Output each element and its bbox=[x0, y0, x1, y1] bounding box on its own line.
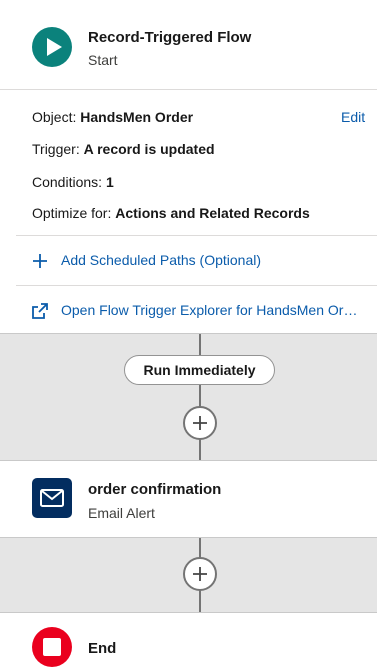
optimize-label: Optimize for: bbox=[32, 205, 112, 221]
connector-line-top bbox=[199, 334, 201, 460]
divider bbox=[16, 235, 377, 236]
plus-icon bbox=[32, 253, 48, 272]
object-value: HandsMen Order bbox=[80, 109, 194, 125]
conditions-label: Conditions: bbox=[32, 174, 103, 190]
end-element-card[interactable]: End bbox=[0, 612, 377, 667]
object-row: Object: HandsMen Order bbox=[32, 109, 193, 125]
divider bbox=[16, 285, 377, 286]
trigger-label: Trigger: bbox=[32, 141, 80, 157]
start-subtitle: Start bbox=[88, 52, 118, 68]
stop-icon bbox=[32, 627, 72, 667]
trigger-value: A record is updated bbox=[83, 141, 215, 157]
email-alert-subtitle: Email Alert bbox=[88, 505, 155, 521]
conditions-row: Conditions: 1 bbox=[32, 174, 114, 190]
add-scheduled-paths-label: Add Scheduled Paths (Optional) bbox=[61, 252, 262, 268]
start-title: Record-Triggered Flow bbox=[88, 29, 252, 46]
plus-icon bbox=[193, 416, 207, 430]
email-alert-title: order confirmation bbox=[88, 481, 222, 498]
object-label: Object: bbox=[32, 109, 77, 125]
email-alert-element-card[interactable]: order confirmation Email Alert bbox=[0, 460, 377, 538]
edit-link[interactable]: Edit bbox=[341, 109, 365, 125]
run-immediately-path-label[interactable]: Run Immediately bbox=[124, 355, 275, 385]
end-label: End bbox=[88, 640, 117, 657]
optimize-value: Actions and Related Records bbox=[115, 205, 310, 221]
trigger-row: Trigger: A record is updated bbox=[32, 141, 215, 157]
add-element-button[interactable] bbox=[183, 406, 217, 440]
add-element-button[interactable] bbox=[183, 557, 217, 591]
open-trigger-explorer-label: Open Flow Trigger Explorer for HandsMen … bbox=[61, 302, 361, 318]
optimize-row: Optimize for: Actions and Related Record… bbox=[32, 205, 310, 221]
play-icon bbox=[32, 27, 72, 67]
envelope-icon bbox=[32, 478, 72, 518]
plus-icon bbox=[193, 567, 207, 581]
external-link-icon bbox=[32, 303, 48, 322]
start-element-header[interactable]: Record-Triggered Flow Start bbox=[0, 0, 377, 90]
conditions-value: 1 bbox=[105, 174, 114, 190]
start-element-card[interactable]: Record-Triggered Flow Start Object: Hand… bbox=[0, 0, 377, 334]
